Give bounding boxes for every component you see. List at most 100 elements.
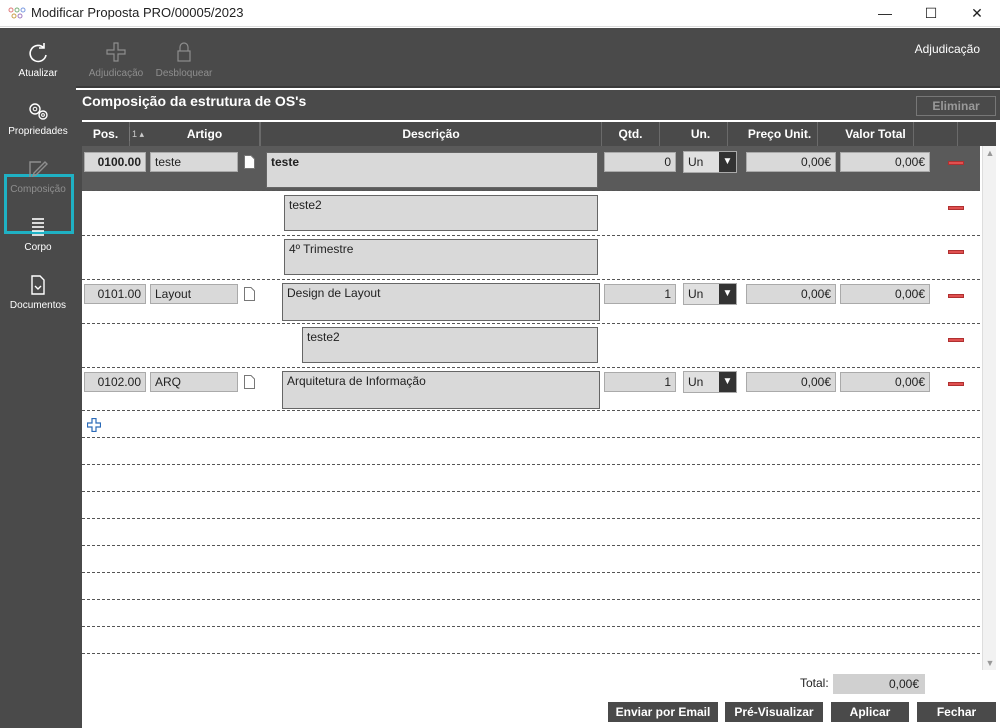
valor-field: 0,00€ <box>840 152 930 172</box>
grid-line <box>82 491 980 492</box>
maximize-button[interactable]: ☐ <box>908 0 954 27</box>
minimize-button[interactable]: — <box>862 0 908 27</box>
window-title: Modificar Proposta PRO/00005/2023 <box>31 5 244 20</box>
table-row[interactable]: teste2 <box>82 191 980 236</box>
column-header-row: Pos. Artigo Descrição Qtd. Un. Preço Uni… <box>82 122 996 146</box>
sidebar-label: Composição <box>10 184 66 195</box>
delete-row-icon[interactable] <box>948 338 964 342</box>
grid-line <box>82 626 980 627</box>
artigo-field[interactable]: ARQ <box>150 372 238 392</box>
lines-icon <box>32 218 44 236</box>
sidebar-item-composicao[interactable]: Composição <box>0 158 76 195</box>
enviar-email-button[interactable]: Enviar por Email <box>608 702 718 722</box>
table-row[interactable]: 0101.00 Layout Design de Layout 1 Un ▼ 0,… <box>82 280 980 324</box>
un-select[interactable]: Un ▼ <box>683 371 737 393</box>
un-select[interactable]: Un ▼ <box>683 283 737 305</box>
descricao-field[interactable]: teste <box>266 152 598 188</box>
desbloquear-button[interactable]: Desbloquear <box>154 42 214 79</box>
table-row[interactable]: teste2 <box>82 324 980 368</box>
vertical-scrollbar[interactable]: ▲ ▼ <box>982 146 996 670</box>
preco-field[interactable]: 0,00€ <box>746 372 836 392</box>
preco-field[interactable]: 0,00€ <box>746 284 836 304</box>
qtd-field[interactable]: 1 <box>604 284 676 304</box>
artigo-field[interactable]: Layout <box>150 284 238 304</box>
scroll-down-icon[interactable]: ▼ <box>983 658 997 668</box>
document-icon[interactable] <box>244 375 255 389</box>
adjudicacao-tab[interactable]: Adjudicação <box>915 42 980 56</box>
edit-icon <box>29 161 48 178</box>
un-value: Un <box>688 155 704 169</box>
descricao-field[interactable]: Design de Layout <box>282 283 600 321</box>
section-header: Composição da estrutura de OS's Eliminar <box>76 90 1000 120</box>
delete-row-icon[interactable] <box>948 161 964 165</box>
total-label: Total: <box>800 676 829 690</box>
delete-row-icon[interactable] <box>948 294 964 298</box>
sort-indicator[interactable]: 1 ▴ <box>129 127 149 141</box>
add-row-icon[interactable] <box>87 418 101 432</box>
chevron-down-icon: ▼ <box>719 152 736 172</box>
desbloquear-label: Desbloquear <box>155 68 213 79</box>
toolbar: Adjudicação Desbloquear Adjudicação <box>76 28 1000 88</box>
sidebar: Atualizar Propriedades Composição Corpo … <box>0 28 76 728</box>
valor-field: 0,00€ <box>840 284 930 304</box>
descricao-field[interactable]: teste2 <box>284 195 598 231</box>
sidebar-item-documentos[interactable]: Documentos <box>0 274 76 311</box>
sidebar-item-atualizar[interactable]: Atualizar <box>0 42 76 79</box>
delete-row-icon[interactable] <box>948 206 964 210</box>
fechar-button[interactable]: Fechar <box>917 702 996 722</box>
document-icon[interactable] <box>244 155 255 169</box>
title-bar: Modificar Proposta PRO/00005/2023 — ☐ ✕ <box>0 0 1000 27</box>
descricao-field[interactable]: Arquitetura de Informação <box>282 371 600 409</box>
col-spacer <box>930 122 958 146</box>
qtd-field[interactable]: 0 <box>604 152 676 172</box>
delete-row-icon[interactable] <box>948 250 964 254</box>
col-pos[interactable]: Pos. <box>82 122 130 146</box>
delete-row-icon[interactable] <box>948 382 964 386</box>
table-row[interactable]: 0100.00 teste teste 0 Un ▼ 0,00€ 0,00€ <box>82 146 980 191</box>
close-button[interactable]: ✕ <box>954 0 1000 27</box>
grid-line <box>82 518 980 519</box>
table-row[interactable]: 0102.00 ARQ Arquitetura de Informação 1 … <box>82 368 980 411</box>
col-valor[interactable]: Valor Total <box>838 122 914 146</box>
grid-line <box>82 653 980 654</box>
sidebar-label: Atualizar <box>18 68 58 79</box>
chevron-down-icon: ▼ <box>719 372 736 392</box>
descricao-field[interactable]: 4º Trimestre <box>284 239 598 275</box>
adjudicacao-button[interactable]: Adjudicação <box>86 42 146 79</box>
table-row[interactable]: 4º Trimestre <box>82 236 980 280</box>
pos-field[interactable]: 0101.00 <box>84 284 146 304</box>
sidebar-label: Documentos <box>9 300 67 311</box>
artigo-field[interactable]: teste <box>150 152 238 172</box>
preco-field[interactable]: 0,00€ <box>746 152 836 172</box>
col-artigo[interactable]: Artigo <box>150 122 260 146</box>
descricao-field[interactable]: teste2 <box>302 327 598 363</box>
grid-line <box>82 437 980 438</box>
composition-grid: 0100.00 teste teste 0 Un ▼ 0,00€ 0,00€ te… <box>82 146 980 670</box>
col-un[interactable]: Un. <box>674 122 728 146</box>
grid-line <box>82 599 980 600</box>
col-preco[interactable]: Preço Unit. <box>742 122 818 146</box>
grid-line <box>82 545 980 546</box>
col-qtd[interactable]: Qtd. <box>602 122 660 146</box>
qtd-field[interactable]: 1 <box>604 372 676 392</box>
grid-line <box>82 464 980 465</box>
pos-field[interactable]: 0100.00 <box>84 152 146 172</box>
scroll-up-icon[interactable]: ▲ <box>983 148 997 158</box>
valor-field: 0,00€ <box>840 372 930 392</box>
adjudicacao-label: Adjudicação <box>88 68 144 79</box>
col-descricao[interactable]: Descrição <box>260 122 602 146</box>
sidebar-item-corpo[interactable]: Corpo <box>0 216 76 253</box>
un-select[interactable]: Un ▼ <box>683 151 737 173</box>
un-value: Un <box>688 375 704 389</box>
pre-visualizar-button[interactable]: Pré-Visualizar <box>725 702 823 722</box>
chevron-down-icon: ▼ <box>719 284 736 304</box>
eliminar-button[interactable]: Eliminar <box>916 96 996 116</box>
gears-icon <box>29 103 48 120</box>
total-value: 0,00€ <box>833 674 925 694</box>
refresh-icon <box>29 43 47 63</box>
app-icon <box>8 7 26 19</box>
pos-field[interactable]: 0102.00 <box>84 372 146 392</box>
aplicar-button[interactable]: Aplicar <box>831 702 909 722</box>
sidebar-item-propriedades[interactable]: Propriedades <box>0 100 76 137</box>
document-icon[interactable] <box>244 287 255 301</box>
